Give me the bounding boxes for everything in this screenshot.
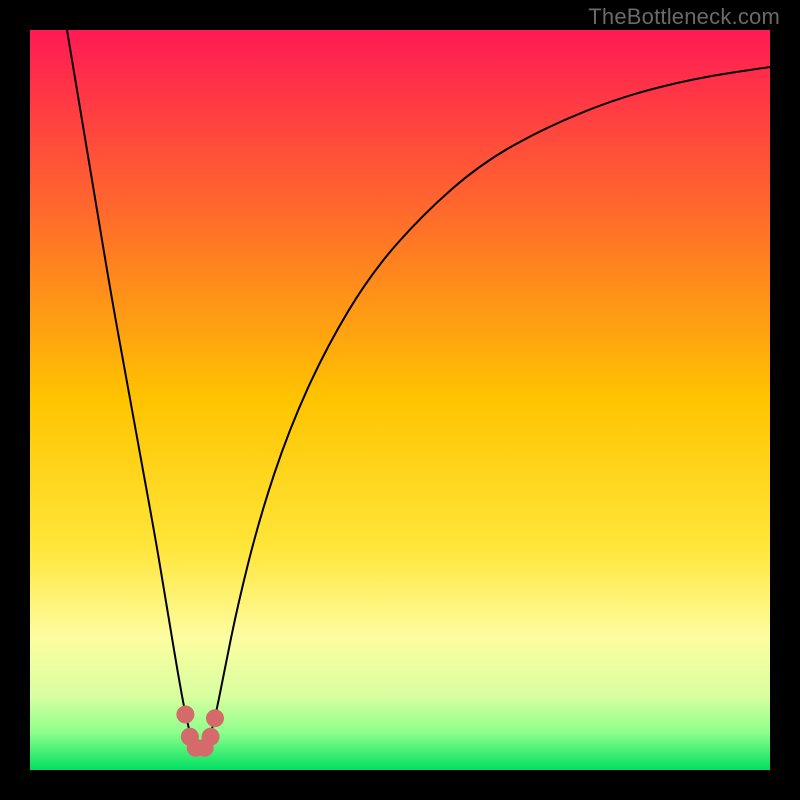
- trough-marker: [176, 706, 194, 724]
- watermark-text: TheBottleneck.com: [588, 4, 780, 30]
- chart-svg: [30, 30, 770, 770]
- trough-marker: [202, 728, 220, 746]
- chart-background: [30, 30, 770, 770]
- chart-frame: [30, 30, 770, 770]
- trough-marker: [206, 709, 224, 727]
